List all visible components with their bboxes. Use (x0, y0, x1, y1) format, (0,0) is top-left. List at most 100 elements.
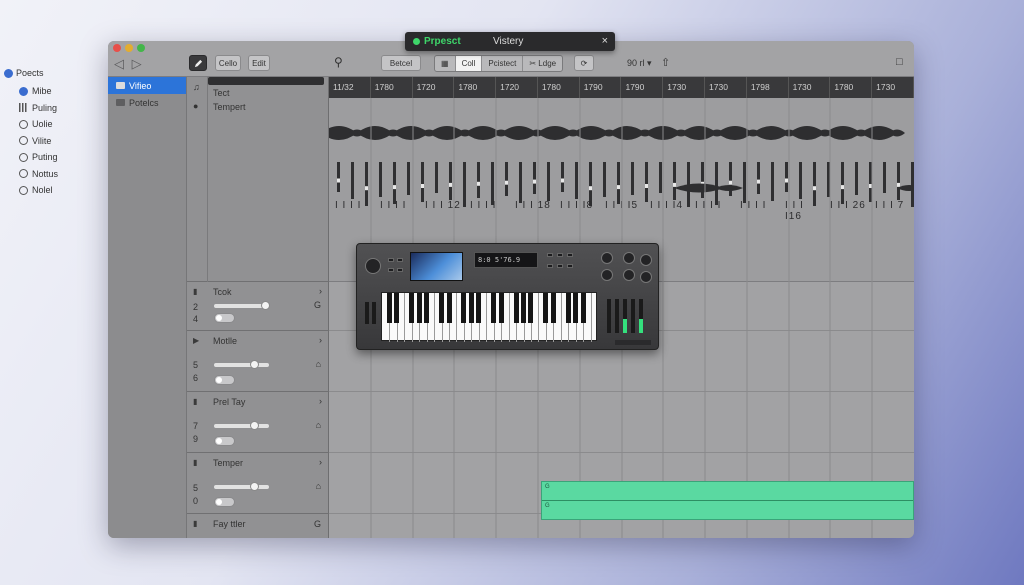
knob[interactable] (640, 271, 652, 283)
black-key[interactable] (394, 293, 400, 323)
black-key[interactable] (446, 293, 452, 323)
cello-button[interactable]: Cello (215, 55, 241, 71)
master-knob[interactable] (365, 258, 381, 274)
black-key[interactable] (565, 293, 571, 323)
grid-icon[interactable]: ▦ (435, 56, 456, 71)
keyboard-button[interactable] (567, 264, 573, 268)
black-key[interactable] (521, 293, 527, 323)
desktop-item-puling[interactable]: Puling (4, 100, 94, 117)
sidebar-item-potelcs[interactable]: Potelcs (108, 94, 186, 111)
track-status-icon[interactable]: G (314, 300, 321, 310)
chevron-right-icon[interactable]: › (319, 396, 322, 406)
black-key[interactable] (513, 293, 519, 323)
nav-arrows-icon[interactable]: ◁ ▷ (114, 56, 144, 72)
track-row-1[interactable]: ▮ Tcok › 2 4 G (187, 282, 329, 331)
slider-knob[interactable] (250, 482, 259, 491)
knob[interactable] (623, 269, 635, 281)
edit-button[interactable]: Edit (248, 55, 270, 71)
knob[interactable] (640, 254, 652, 266)
midi-region[interactable]: G G (541, 481, 914, 520)
black-key[interactable] (580, 293, 586, 323)
midi-keyboard-instrument[interactable]: 8:0 5'76.9 (356, 243, 659, 350)
desktop-item-puting[interactable]: Puting (4, 149, 94, 166)
black-key[interactable] (439, 293, 445, 323)
keyboard-button[interactable] (557, 264, 563, 268)
keyboard-button[interactable] (557, 253, 563, 257)
black-key[interactable] (461, 293, 467, 323)
black-key[interactable] (528, 293, 534, 323)
lock-icon[interactable]: ⌂ (316, 420, 321, 430)
track-row-2[interactable]: ▶ Motlle › 5 6 ⌂ (187, 331, 329, 392)
tempo-display[interactable]: 90 rl ▾ (627, 58, 652, 69)
black-key[interactable] (416, 293, 422, 323)
volume-slider[interactable] (214, 482, 269, 491)
track-status-icon[interactable]: G (314, 519, 321, 529)
black-key[interactable] (424, 293, 430, 323)
black-key[interactable] (386, 293, 392, 323)
keyboard-button[interactable] (397, 268, 403, 272)
snap-button[interactable]: ⟳ (574, 55, 594, 71)
pencil-tool-button[interactable] (189, 55, 207, 71)
timeline-ruler[interactable]: 11/32 1780 1720 1780 1720 1780 1790 1790 1730 173… (329, 77, 914, 98)
black-key[interactable] (468, 293, 474, 323)
select-button[interactable]: Betcel (381, 55, 421, 71)
black-key[interactable] (573, 293, 579, 323)
mute-toggle[interactable] (214, 497, 235, 507)
close-icon[interactable]: × (602, 35, 608, 47)
chevron-right-icon[interactable]: › (319, 457, 322, 467)
fader[interactable] (623, 299, 627, 333)
search-icon[interactable]: ⚲ (334, 55, 343, 69)
zoom-window-button[interactable] (137, 44, 145, 52)
keyboard-button[interactable] (547, 253, 553, 257)
green-knob[interactable] (601, 252, 613, 264)
track-row-5[interactable]: ▮ Fay ttler G (187, 514, 329, 538)
library-icon[interactable]: □ (896, 56, 903, 68)
keyboard-button[interactable] (388, 268, 394, 272)
piano-keys[interactable] (381, 292, 597, 342)
lock-icon[interactable]: ⌂ (316, 481, 321, 491)
desktop-item-mibe[interactable]: Mibe (4, 83, 94, 100)
knob[interactable] (623, 252, 635, 264)
black-key[interactable] (491, 293, 497, 323)
lock-icon[interactable]: ⌂ (316, 359, 321, 369)
desktop-item-uolie[interactable]: Uolie (4, 116, 94, 133)
keyboard-button[interactable] (547, 264, 553, 268)
knob[interactable] (601, 269, 613, 281)
chevron-right-icon[interactable]: › (319, 335, 322, 345)
volume-slider[interactable] (214, 421, 269, 430)
pitch-wheel[interactable] (365, 302, 369, 324)
chevron-right-icon[interactable]: › (319, 286, 322, 296)
share-icon[interactable]: ⇧ (661, 56, 670, 69)
black-key[interactable] (498, 293, 504, 323)
desktop-item-nottus[interactable]: Nottus (4, 166, 94, 183)
keyboard-button[interactable] (388, 258, 394, 262)
fader[interactable] (631, 299, 635, 333)
desktop-item-nolel[interactable]: Nolel (4, 182, 94, 199)
volume-slider[interactable] (214, 360, 269, 369)
black-key[interactable] (543, 293, 549, 323)
slider-knob[interactable] (250, 421, 259, 430)
close-window-button[interactable] (113, 44, 121, 52)
mod-wheel[interactable] (372, 302, 376, 324)
fader[interactable] (615, 299, 619, 333)
black-key[interactable] (550, 293, 556, 323)
mute-toggle[interactable] (214, 313, 235, 323)
segment-ldge[interactable]: ✂ Ldge (523, 56, 562, 71)
fader[interactable] (639, 299, 643, 333)
fader[interactable] (607, 299, 611, 333)
sidebar-item-vifieo[interactable]: Vifieo (108, 77, 186, 94)
desktop-item-vilite[interactable]: Vilite (4, 133, 94, 150)
slider-knob[interactable] (261, 301, 270, 310)
track-row-3[interactable]: ▮ Prel Tay › 7 9 ⌂ (187, 392, 329, 453)
keyboard-button[interactable] (397, 258, 403, 262)
segment-coll[interactable]: Coll (455, 56, 483, 71)
segment-pcistect[interactable]: Pcistect (482, 56, 524, 71)
mute-toggle[interactable] (214, 375, 235, 385)
desktop-list-heading[interactable]: Poects (4, 68, 94, 78)
black-key[interactable] (409, 293, 415, 323)
mute-toggle[interactable] (214, 436, 235, 446)
minimize-window-button[interactable] (125, 44, 133, 52)
volume-slider[interactable] (214, 301, 270, 310)
keyboard-button[interactable] (567, 253, 573, 257)
track-row-4[interactable]: ▮ Temper › 5 0 ⌂ (187, 453, 329, 514)
